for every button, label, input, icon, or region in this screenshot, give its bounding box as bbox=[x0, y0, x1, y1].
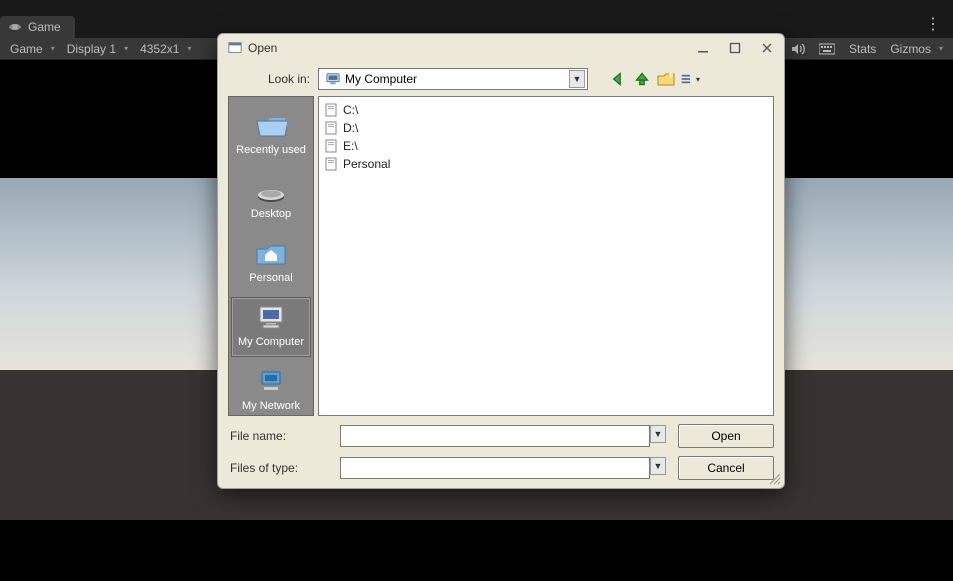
desktop-icon bbox=[255, 176, 287, 204]
file-item[interactable]: Personal bbox=[325, 155, 767, 173]
place-label: My Network bbox=[242, 400, 300, 412]
tabbar-overflow-icon[interactable]: ⋮ bbox=[913, 10, 953, 38]
place-label: Personal bbox=[249, 272, 292, 284]
up-button[interactable] bbox=[632, 69, 652, 89]
open-button[interactable]: Open bbox=[678, 424, 774, 448]
keyboard-icon[interactable] bbox=[813, 43, 841, 55]
lookin-value[interactable] bbox=[345, 72, 569, 86]
file-item[interactable]: D:\ bbox=[325, 119, 767, 137]
place-label: My Computer bbox=[238, 336, 304, 348]
folder-open-icon bbox=[255, 112, 287, 140]
lookin-arrow-icon[interactable]: ▼ bbox=[569, 70, 585, 88]
resolution-dropdown[interactable]: 4352x1 bbox=[134, 38, 197, 59]
drive-icon bbox=[325, 103, 339, 117]
network-icon bbox=[255, 368, 287, 396]
game-tab[interactable]: Game bbox=[0, 16, 75, 38]
file-label: D:\ bbox=[343, 121, 358, 135]
folder-icon bbox=[325, 157, 339, 171]
place-label: Recently used bbox=[236, 144, 306, 156]
cancel-button[interactable]: Cancel bbox=[678, 456, 774, 480]
open-file-dialog: Open Look in: ▼ ▾ Recently used bbox=[217, 33, 785, 489]
file-item[interactable]: E:\ bbox=[325, 137, 767, 155]
place-my-network[interactable]: My Network bbox=[231, 361, 311, 421]
filetype-label: Files of type: bbox=[228, 461, 328, 475]
resize-grip[interactable] bbox=[767, 471, 781, 485]
dialog-title: Open bbox=[248, 41, 277, 55]
place-my-computer[interactable]: My Computer bbox=[231, 297, 311, 357]
place-recently-used[interactable]: Recently used bbox=[231, 105, 311, 165]
filename-input[interactable] bbox=[341, 429, 649, 443]
filetype-input[interactable] bbox=[341, 461, 649, 475]
computer-icon bbox=[255, 304, 287, 332]
home-folder-icon bbox=[255, 240, 287, 268]
stats-button[interactable]: Stats bbox=[843, 42, 882, 56]
drive-icon bbox=[325, 121, 339, 135]
filename-label: File name: bbox=[228, 429, 328, 443]
place-label: Desktop bbox=[251, 208, 291, 220]
gizmos-dropdown[interactable]: Gizmos bbox=[884, 42, 949, 56]
filename-arrow-icon[interactable]: ▼ bbox=[650, 425, 666, 443]
file-label: C:\ bbox=[343, 103, 358, 117]
drive-icon bbox=[325, 139, 339, 153]
game-tab-icon bbox=[8, 22, 22, 32]
file-list[interactable]: C:\ D:\ E:\ Personal bbox=[318, 96, 774, 416]
new-folder-button[interactable] bbox=[656, 69, 676, 89]
dialog-app-icon bbox=[228, 41, 242, 55]
lookin-label: Look in: bbox=[218, 72, 318, 86]
audio-icon[interactable] bbox=[785, 43, 811, 55]
close-button[interactable] bbox=[760, 41, 774, 55]
filetype-arrow-icon[interactable]: ▼ bbox=[650, 457, 666, 475]
game-tab-label: Game bbox=[28, 20, 61, 34]
display-dropdown[interactable]: Display 1 bbox=[61, 38, 134, 59]
lookin-combo[interactable]: ▼ bbox=[318, 68, 588, 90]
file-item[interactable]: C:\ bbox=[325, 101, 767, 119]
computer-icon bbox=[325, 72, 341, 86]
game-dropdown[interactable]: Game bbox=[4, 38, 61, 59]
place-desktop[interactable]: Desktop bbox=[231, 169, 311, 229]
view-menu-button[interactable]: ▾ bbox=[680, 69, 700, 89]
maximize-button[interactable] bbox=[728, 41, 742, 55]
minimize-button[interactable] bbox=[696, 41, 710, 55]
back-button[interactable] bbox=[608, 69, 628, 89]
place-personal[interactable]: Personal bbox=[231, 233, 311, 293]
dialog-titlebar[interactable]: Open bbox=[218, 34, 784, 62]
places-sidebar: Recently used Desktop Personal My Comput… bbox=[228, 96, 314, 416]
viewport-black-bottom bbox=[0, 520, 953, 581]
file-label: Personal bbox=[343, 157, 390, 171]
file-label: E:\ bbox=[343, 139, 358, 153]
